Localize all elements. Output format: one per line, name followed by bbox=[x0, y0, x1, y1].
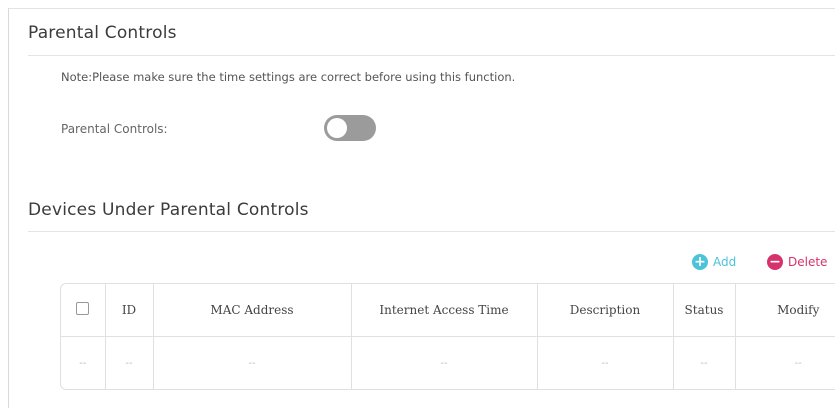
delete-button[interactable]: − Delete bbox=[767, 254, 827, 270]
table-cell: -- bbox=[351, 336, 538, 389]
parental-controls-toggle[interactable] bbox=[324, 115, 376, 141]
table-cell: -- bbox=[105, 336, 154, 389]
column-header-id: ID bbox=[105, 284, 154, 337]
devices-table: ID MAC Address Internet Access Time Desc… bbox=[60, 283, 835, 390]
column-header-description: Description bbox=[537, 284, 674, 337]
table-cell: -- bbox=[61, 336, 106, 389]
divider bbox=[28, 231, 835, 232]
column-header-internet-access-time: Internet Access Time bbox=[351, 284, 538, 337]
table-cell: -- bbox=[673, 336, 736, 389]
table-cell: -- bbox=[153, 336, 352, 389]
divider bbox=[28, 55, 835, 56]
table-header-row: ID MAC Address Internet Access Time Desc… bbox=[61, 284, 835, 337]
minus-circle-icon: − bbox=[767, 254, 783, 270]
column-header-modify: Modify bbox=[735, 284, 835, 337]
parental-controls-title: Parental Controls bbox=[28, 23, 177, 43]
select-all-cell[interactable] bbox=[61, 284, 106, 337]
parental-controls-label: Parental Controls: bbox=[61, 122, 168, 136]
add-label: Add bbox=[713, 255, 737, 269]
time-settings-note: Note:Please make sure the time settings … bbox=[61, 70, 516, 84]
table-cell: -- bbox=[537, 336, 674, 389]
plus-circle-icon: + bbox=[692, 254, 708, 270]
toggle-knob bbox=[327, 118, 347, 138]
table-cell: -- bbox=[794, 357, 802, 369]
add-button[interactable]: + Add bbox=[692, 254, 736, 270]
column-header-status: Status bbox=[673, 284, 736, 337]
column-header-mac-address: MAC Address bbox=[153, 284, 352, 337]
table-row: -- -- -- -- -- -- -- bbox=[61, 336, 835, 389]
select-all-checkbox[interactable] bbox=[76, 302, 90, 315]
devices-section-title: Devices Under Parental Controls bbox=[28, 200, 309, 220]
delete-label: Delete bbox=[788, 255, 828, 269]
